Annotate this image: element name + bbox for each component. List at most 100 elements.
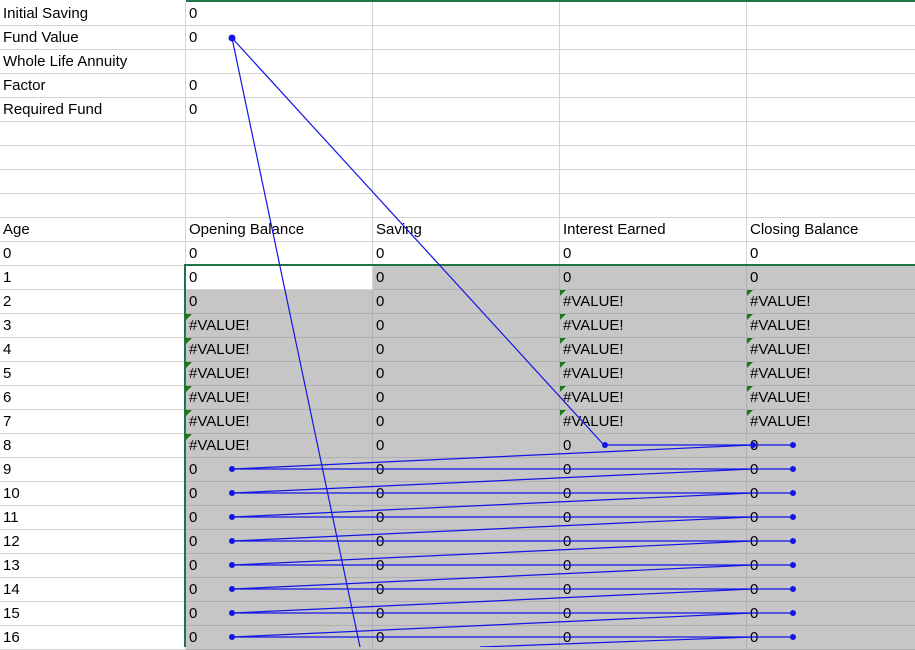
age-cell[interactable]: 14: [0, 578, 186, 602]
saving-cell[interactable]: 0: [373, 554, 560, 578]
closing-balance-cell[interactable]: #VALUE!: [747, 362, 915, 386]
empty-cell[interactable]: [747, 122, 915, 146]
empty-cell[interactable]: [373, 26, 560, 50]
closing-balance-cell[interactable]: 0: [747, 266, 915, 290]
param-value[interactable]: 0: [186, 2, 373, 26]
param-label[interactable]: Factor: [0, 74, 186, 98]
opening-balance-cell[interactable]: 0: [186, 626, 373, 650]
interest-earned-cell[interactable]: 0: [560, 458, 747, 482]
age-cell[interactable]: 7: [0, 410, 186, 434]
closing-balance-cell[interactable]: #VALUE!: [747, 290, 915, 314]
interest-earned-cell[interactable]: 0: [560, 434, 747, 458]
empty-cell[interactable]: [747, 74, 915, 98]
opening-balance-cell[interactable]: 0: [186, 482, 373, 506]
param-label[interactable]: Whole Life Annuity: [0, 50, 186, 74]
empty-cell[interactable]: [560, 194, 747, 218]
interest-earned-cell[interactable]: 0: [560, 242, 747, 266]
opening-balance-cell[interactable]: 0: [186, 602, 373, 626]
closing-balance-cell[interactable]: 0: [747, 434, 915, 458]
empty-cell[interactable]: [373, 50, 560, 74]
saving-cell[interactable]: 0: [373, 290, 560, 314]
empty-cell[interactable]: [560, 146, 747, 170]
opening-balance-cell[interactable]: #VALUE!: [186, 386, 373, 410]
age-cell[interactable]: 13: [0, 554, 186, 578]
saving-cell[interactable]: 0: [373, 458, 560, 482]
empty-cell[interactable]: [747, 26, 915, 50]
closing-balance-cell[interactable]: 0: [747, 506, 915, 530]
saving-cell[interactable]: 0: [373, 338, 560, 362]
interest-earned-cell[interactable]: 0: [560, 578, 747, 602]
saving-cell[interactable]: 0: [373, 530, 560, 554]
saving-cell[interactable]: 0: [373, 242, 560, 266]
active-cell[interactable]: 0: [186, 266, 373, 290]
age-cell[interactable]: 12: [0, 530, 186, 554]
age-cell[interactable]: 16: [0, 626, 186, 650]
param-label[interactable]: Initial Saving: [0, 2, 186, 26]
closing-balance-cell[interactable]: #VALUE!: [747, 338, 915, 362]
header-closing-balance[interactable]: Closing Balance: [747, 218, 915, 242]
opening-balance-cell[interactable]: #VALUE!: [186, 362, 373, 386]
empty-cell[interactable]: [373, 194, 560, 218]
age-cell[interactable]: 15: [0, 602, 186, 626]
param-label[interactable]: Fund Value: [0, 26, 186, 50]
age-cell[interactable]: 8: [0, 434, 186, 458]
closing-balance-cell[interactable]: 0: [747, 626, 915, 650]
interest-earned-cell[interactable]: #VALUE!: [560, 314, 747, 338]
opening-balance-cell[interactable]: 0: [186, 578, 373, 602]
empty-cell[interactable]: [560, 170, 747, 194]
interest-earned-cell[interactable]: 0: [560, 530, 747, 554]
param-value[interactable]: 0: [186, 98, 373, 122]
interest-earned-cell[interactable]: 0: [560, 602, 747, 626]
saving-cell[interactable]: 0: [373, 482, 560, 506]
opening-balance-cell[interactable]: 0: [186, 530, 373, 554]
header-opening-balance[interactable]: Opening Balance: [186, 218, 373, 242]
closing-balance-cell[interactable]: 0: [747, 602, 915, 626]
header-saving[interactable]: Saving: [373, 218, 560, 242]
interest-earned-cell[interactable]: 0: [560, 554, 747, 578]
saving-cell[interactable]: 0: [373, 602, 560, 626]
age-cell[interactable]: 6: [0, 386, 186, 410]
empty-cell[interactable]: [373, 98, 560, 122]
age-cell[interactable]: 4: [0, 338, 186, 362]
opening-balance-cell[interactable]: #VALUE!: [186, 338, 373, 362]
opening-balance-cell[interactable]: #VALUE!: [186, 434, 373, 458]
closing-balance-cell[interactable]: 0: [747, 530, 915, 554]
age-cell[interactable]: 2: [0, 290, 186, 314]
closing-balance-cell[interactable]: 0: [747, 242, 915, 266]
empty-cell[interactable]: [373, 146, 560, 170]
opening-balance-cell[interactable]: 0: [186, 458, 373, 482]
empty-cell[interactable]: [0, 146, 186, 170]
empty-cell[interactable]: [747, 194, 915, 218]
interest-earned-cell[interactable]: 0: [560, 266, 747, 290]
empty-cell[interactable]: [747, 50, 915, 74]
empty-cell[interactable]: [373, 170, 560, 194]
saving-cell[interactable]: 0: [373, 434, 560, 458]
interest-earned-cell[interactable]: 0: [560, 506, 747, 530]
empty-cell[interactable]: [560, 98, 747, 122]
param-value[interactable]: 0: [186, 26, 373, 50]
age-cell[interactable]: 1: [0, 266, 186, 290]
saving-cell[interactable]: 0: [373, 386, 560, 410]
age-cell[interactable]: 9: [0, 458, 186, 482]
interest-earned-cell[interactable]: #VALUE!: [560, 362, 747, 386]
age-cell[interactable]: 5: [0, 362, 186, 386]
closing-balance-cell[interactable]: 0: [747, 458, 915, 482]
saving-cell[interactable]: 0: [373, 314, 560, 338]
empty-cell[interactable]: [560, 26, 747, 50]
closing-balance-cell[interactable]: #VALUE!: [747, 386, 915, 410]
header-age[interactable]: Age: [0, 218, 186, 242]
saving-cell[interactable]: 0: [373, 626, 560, 650]
closing-balance-cell[interactable]: 0: [747, 482, 915, 506]
saving-cell[interactable]: 0: [373, 362, 560, 386]
empty-cell[interactable]: [560, 122, 747, 146]
empty-cell[interactable]: [0, 194, 186, 218]
empty-cell[interactable]: [747, 170, 915, 194]
empty-cell[interactable]: [0, 170, 186, 194]
interest-earned-cell[interactable]: #VALUE!: [560, 290, 747, 314]
opening-balance-cell[interactable]: 0: [186, 290, 373, 314]
empty-cell[interactable]: [560, 2, 747, 26]
closing-balance-cell[interactable]: 0: [747, 554, 915, 578]
saving-cell[interactable]: 0: [373, 266, 560, 290]
empty-cell[interactable]: [560, 74, 747, 98]
empty-cell[interactable]: [186, 146, 373, 170]
